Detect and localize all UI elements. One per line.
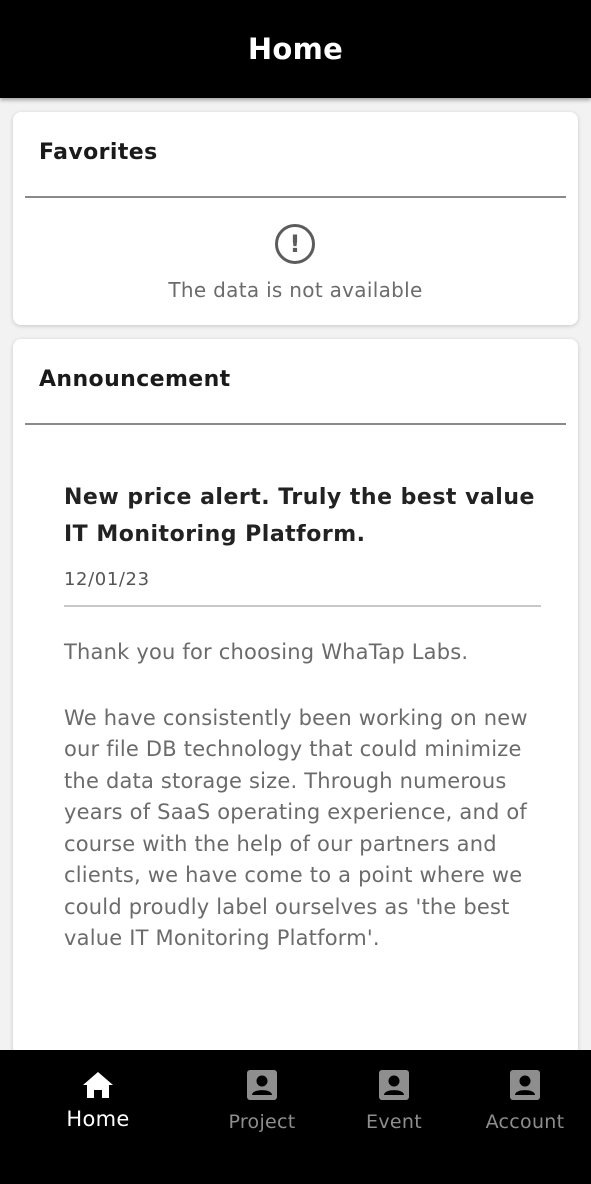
- alert-circle-icon: !: [275, 224, 315, 264]
- post-paragraph: Thank you for choosing WhaTap Labs.: [64, 640, 469, 664]
- favorites-title: Favorites: [39, 140, 158, 165]
- nav-item-event[interactable]: Event: [344, 1050, 444, 1150]
- account-box-icon: [379, 1070, 409, 1100]
- nav-item-project[interactable]: Project: [212, 1050, 312, 1150]
- home-icon: [83, 1072, 113, 1098]
- post-date: 12/01/23: [64, 569, 150, 590]
- nav-item-label: Home: [66, 1107, 130, 1131]
- nav-item-label: Project: [228, 1111, 296, 1133]
- nav-item-label: Event: [366, 1111, 422, 1133]
- account-box-icon: [510, 1070, 540, 1100]
- nav-item-home[interactable]: Home: [48, 1050, 148, 1150]
- app-screen: Home Favorites ! The data is not availab…: [0, 0, 591, 1184]
- favorites-card: Favorites ! The data is not available: [13, 112, 578, 325]
- nav-item-label: Account: [485, 1111, 565, 1133]
- account-box-icon: [247, 1070, 277, 1100]
- announcement-title: Announcement: [39, 367, 231, 392]
- post-divider: [64, 605, 541, 607]
- favorites-divider: [25, 196, 566, 198]
- post-paragraph: We have consistently been working on new…: [64, 705, 528, 951]
- post-body: Thank you for choosing WhaTap Labs. We h…: [64, 637, 544, 989]
- nav-item-account[interactable]: Account: [475, 1050, 575, 1150]
- bottom-navigation: Home Project Event Account: [0, 1050, 591, 1184]
- announcement-card: Announcement New price alert. Truly the …: [13, 339, 578, 1059]
- favorites-empty-message: The data is not available: [168, 278, 423, 302]
- announcement-divider: [25, 423, 566, 425]
- post-title[interactable]: New price alert. Truly the best value IT…: [64, 479, 544, 553]
- page-title: Home: [247, 32, 344, 66]
- top-app-bar: Home: [0, 0, 591, 98]
